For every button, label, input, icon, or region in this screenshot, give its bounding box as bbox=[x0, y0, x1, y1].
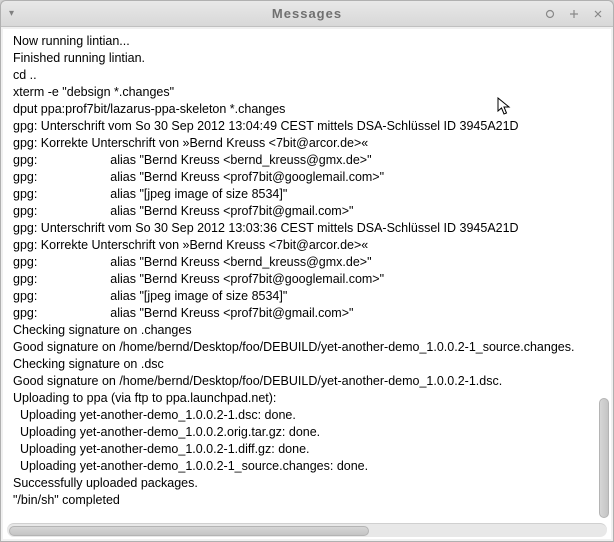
output-line: gpg: alias "[jpeg image of size 8534]" bbox=[13, 288, 601, 305]
titlebar-left: ▾ bbox=[9, 8, 14, 19]
vertical-scrollbar[interactable] bbox=[597, 28, 611, 520]
vertical-scrollbar-thumb[interactable] bbox=[599, 398, 609, 518]
output-line: gpg: alias "Bernd Kreuss <bernd_kreuss@g… bbox=[13, 152, 601, 169]
output-line: dput ppa:prof7bit/lazarus-ppa-skeleton *… bbox=[13, 101, 601, 118]
output-line: Uploading yet-another-demo_1.0.0.2.orig.… bbox=[13, 424, 601, 441]
output-line: Checking signature on .changes bbox=[13, 322, 601, 339]
maximize-button[interactable] bbox=[567, 7, 581, 21]
content-wrap: Now running lintian... Finished running … bbox=[3, 29, 611, 539]
window-title: Messages bbox=[272, 6, 342, 21]
titlebar[interactable]: ▾ Messages bbox=[1, 1, 613, 27]
output-line: Good signature on /home/bernd/Desktop/fo… bbox=[13, 373, 601, 390]
minimize-icon bbox=[545, 9, 555, 19]
output-line: Uploading to ppa (via ftp to ppa.launchp… bbox=[13, 390, 601, 407]
close-button[interactable] bbox=[591, 7, 605, 21]
messages-window: ▾ Messages Now running lintian... Finish… bbox=[0, 0, 614, 542]
output-line: xterm -e "debsign *.changes" bbox=[13, 84, 601, 101]
window-controls bbox=[543, 7, 605, 21]
minimize-button[interactable] bbox=[543, 7, 557, 21]
output-line: gpg: alias "Bernd Kreuss <prof7bit@gmail… bbox=[13, 305, 601, 322]
output-line: cd .. bbox=[13, 67, 601, 84]
close-icon bbox=[593, 9, 603, 19]
output-line: Uploading yet-another-demo_1.0.0.2-1_sou… bbox=[13, 458, 601, 475]
messages-output[interactable]: Now running lintian... Finished running … bbox=[3, 29, 611, 521]
output-line: Now running lintian... bbox=[13, 33, 601, 50]
output-line: Uploading yet-another-demo_1.0.0.2-1.dsc… bbox=[13, 407, 601, 424]
output-line: Finished running lintian. bbox=[13, 50, 601, 67]
output-line: gpg: alias "[jpeg image of size 8534]" bbox=[13, 186, 601, 203]
output-line: "/bin/sh" completed bbox=[13, 492, 601, 509]
output-line: gpg: alias "Bernd Kreuss <bernd_kreuss@g… bbox=[13, 254, 601, 271]
output-line: gpg: Korrekte Unterschrift von »Bernd Kr… bbox=[13, 135, 601, 152]
maximize-icon bbox=[569, 9, 579, 19]
output-line: gpg: alias "Bernd Kreuss <prof7bit@googl… bbox=[13, 169, 601, 186]
output-line: gpg: alias "Bernd Kreuss <prof7bit@gmail… bbox=[13, 203, 601, 220]
output-line: gpg: Unterschrift vom So 30 Sep 2012 13:… bbox=[13, 118, 601, 135]
output-line: Successfully uploaded packages. bbox=[13, 475, 601, 492]
output-line: Uploading yet-another-demo_1.0.0.2-1.dif… bbox=[13, 441, 601, 458]
output-line: gpg: Unterschrift vom So 30 Sep 2012 13:… bbox=[13, 220, 601, 237]
output-line: gpg: alias "Bernd Kreuss <prof7bit@googl… bbox=[13, 271, 601, 288]
output-line: Good signature on /home/bernd/Desktop/fo… bbox=[13, 339, 601, 356]
output-line: gpg: Korrekte Unterschrift von »Bernd Kr… bbox=[13, 237, 601, 254]
horizontal-scrollbar-thumb[interactable] bbox=[9, 526, 369, 536]
output-line: Checking signature on .dsc bbox=[13, 356, 601, 373]
window-menu-icon[interactable]: ▾ bbox=[9, 8, 14, 19]
horizontal-scrollbar[interactable] bbox=[7, 523, 607, 537]
